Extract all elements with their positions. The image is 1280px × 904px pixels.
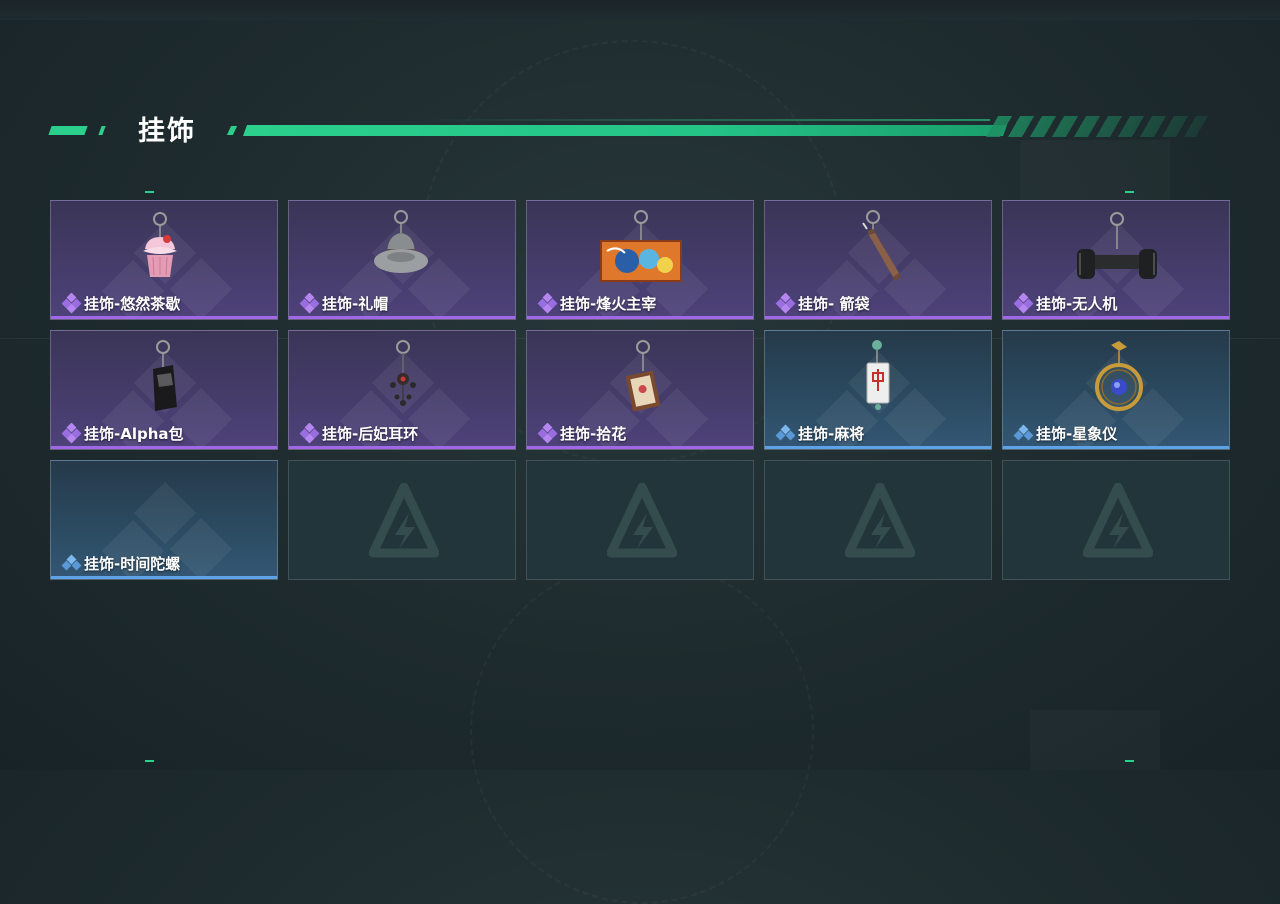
charm-name: 挂饰-时间陀螺 bbox=[84, 555, 181, 573]
rarity-bar bbox=[51, 316, 277, 319]
charm-card[interactable]: 挂饰-星象仪 bbox=[1002, 330, 1230, 450]
section-header: 挂饰 bbox=[0, 108, 1280, 148]
charm-card[interactable]: 挂饰- 箭袋 bbox=[764, 200, 992, 320]
rare-rarity-icon bbox=[61, 554, 82, 571]
background-block bbox=[1030, 710, 1160, 770]
rare-rarity-icon bbox=[1013, 424, 1034, 441]
charm-name: 挂饰-悠然茶歇 bbox=[84, 295, 181, 313]
charm-name: 挂饰-Alpha包 bbox=[84, 425, 184, 443]
arrow-quiver-charm-icon bbox=[862, 210, 901, 281]
charm-card[interactable]: 挂饰-悠然茶歇 bbox=[50, 200, 278, 320]
rarity-bar bbox=[289, 446, 515, 449]
corner-tick bbox=[1125, 191, 1134, 193]
corner-tick bbox=[145, 760, 154, 762]
astrolabe-charm-icon bbox=[1095, 341, 1143, 411]
fedora-hat-charm-icon bbox=[374, 210, 428, 273]
rarity-bar bbox=[51, 576, 277, 579]
mahjong-tile-charm-icon bbox=[866, 340, 890, 410]
charm-card[interactable]: 挂饰-礼帽 bbox=[288, 200, 516, 320]
charm-name: 挂饰-星象仪 bbox=[1036, 425, 1118, 443]
rare-rarity-icon bbox=[775, 424, 796, 441]
charm-grid: 挂饰-悠然茶歇 挂饰-礼帽 挂饰-烽火主宰 挂饰- 箭袋 挂饰-无人机 挂饰-A… bbox=[50, 200, 1230, 580]
corner-tick bbox=[1125, 760, 1134, 762]
header-accent-bar bbox=[48, 126, 88, 135]
corner-tick bbox=[145, 191, 154, 193]
charm-card[interactable]: 挂饰-后妃耳环 bbox=[288, 330, 516, 450]
charm-name: 挂饰-烽火主宰 bbox=[560, 295, 657, 313]
charm-name: 挂饰-后妃耳环 bbox=[322, 425, 419, 443]
epic-rarity-icon bbox=[775, 293, 796, 314]
empty-slot-logo-icon bbox=[369, 483, 439, 558]
charm-card[interactable]: 挂饰-时间陀螺 bbox=[50, 460, 278, 580]
charm-name: 挂饰-礼帽 bbox=[322, 295, 389, 313]
rarity-bar bbox=[527, 446, 753, 449]
rarity-bar bbox=[289, 316, 515, 319]
charm-card[interactable]: 挂饰-Alpha包 bbox=[50, 330, 278, 450]
charm-name: 挂饰-无人机 bbox=[1036, 295, 1118, 313]
header-accent-bar bbox=[98, 126, 106, 135]
rarity-bar bbox=[51, 446, 277, 449]
earring-charm-icon bbox=[390, 340, 416, 406]
epic-rarity-icon bbox=[1013, 293, 1034, 314]
rarity-bar bbox=[765, 316, 991, 319]
charm-card[interactable]: 挂饰-麻将 bbox=[764, 330, 992, 450]
charm-card[interactable]: 挂饰-拾花 bbox=[526, 330, 754, 450]
epic-rarity-icon bbox=[61, 293, 82, 314]
charm-card[interactable]: 挂饰-无人机 bbox=[1002, 200, 1230, 320]
header-accent-line bbox=[242, 125, 1008, 136]
alpha-pack-charm-icon bbox=[153, 340, 177, 411]
empty-slot bbox=[288, 460, 516, 580]
empty-slot bbox=[764, 460, 992, 580]
rarity-bar bbox=[1003, 316, 1229, 319]
epic-rarity-icon bbox=[299, 423, 320, 444]
epic-rarity-icon bbox=[61, 423, 82, 444]
charm-name: 挂饰-拾花 bbox=[560, 425, 627, 443]
header-checker-pattern bbox=[985, 116, 1209, 137]
flower-card-charm-icon bbox=[625, 340, 661, 412]
empty-slot-logo-icon bbox=[845, 483, 915, 558]
rarity-bar bbox=[1003, 446, 1229, 449]
section-title: 挂饰 bbox=[138, 116, 196, 147]
background-arc bbox=[470, 560, 814, 904]
graffiti-badge-charm-icon bbox=[600, 210, 682, 282]
background-block bbox=[1020, 140, 1170, 200]
empty-slot bbox=[1002, 460, 1230, 580]
header-thin-line bbox=[420, 119, 990, 121]
epic-rarity-icon bbox=[299, 293, 320, 314]
charm-name: 挂饰- 箭袋 bbox=[798, 295, 870, 313]
charm-name: 挂饰-麻将 bbox=[798, 425, 865, 443]
rarity-bar bbox=[765, 446, 991, 449]
empty-slot-logo-icon bbox=[1083, 483, 1153, 558]
empty-slot bbox=[526, 460, 754, 580]
epic-rarity-icon bbox=[537, 423, 558, 444]
header-accent-bar bbox=[226, 126, 238, 135]
cupcake-charm-icon bbox=[143, 212, 177, 277]
epic-rarity-icon bbox=[537, 293, 558, 314]
empty-slot-logo-icon bbox=[607, 483, 677, 558]
charm-card[interactable]: 挂饰-烽火主宰 bbox=[526, 200, 754, 320]
rarity-bar bbox=[527, 316, 753, 319]
drone-charm-icon bbox=[1077, 212, 1157, 279]
top-band bbox=[0, 0, 1280, 20]
